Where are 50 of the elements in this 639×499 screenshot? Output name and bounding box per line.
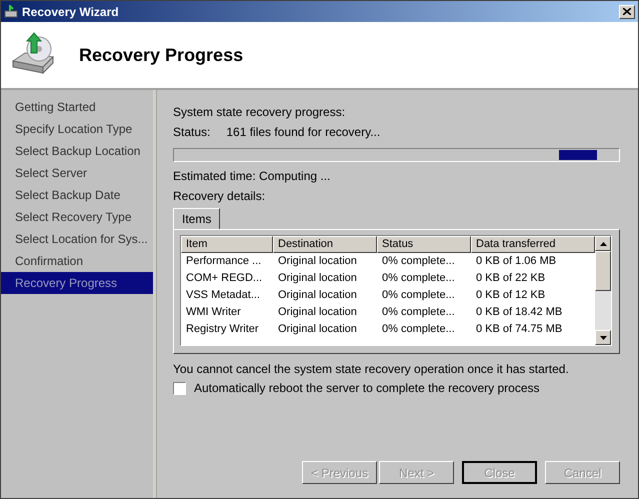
table-cell-text: 0 KB of 18.42 MB xyxy=(475,305,564,320)
table-cell-text: Registry Writer xyxy=(185,322,260,337)
reboot-checkbox[interactable] xyxy=(173,382,186,394)
table-cell-text: Original location xyxy=(277,288,358,303)
checkbox-label: Automatically reboot the server to complete the recovery process xyxy=(194,381,540,395)
table-cell-text: Original location xyxy=(277,322,358,337)
sidebar-step: Select Backup Location xyxy=(1,140,153,162)
sidebar-step: Recovery Progress xyxy=(1,272,153,294)
column-header[interactable]: Destination xyxy=(273,236,377,253)
items-tab[interactable]: Items xyxy=(173,208,220,229)
table-cell-text: Performance ... xyxy=(185,254,262,269)
status-value: 161 files found for recovery... xyxy=(226,124,380,141)
sidebar-step: Confirmation xyxy=(1,250,153,272)
sidebar-step: Specify Location Type xyxy=(1,118,153,140)
table-cell-text: 0% complete... xyxy=(381,254,456,269)
table-cell-text: 0% complete... xyxy=(381,271,456,286)
window-title: Recovery Wizard xyxy=(22,4,120,18)
sidebar-step: Select Location for Sys... xyxy=(1,228,153,250)
sidebar-step: Select Backup Date xyxy=(1,184,153,206)
table-cell-text: 0 KB of 74.75 MB xyxy=(475,322,564,337)
table-cell-text: 0 KB of 1.06 MB xyxy=(475,254,558,269)
table-cell-text: 0% complete... xyxy=(381,288,456,303)
sidebar-step: Getting Started xyxy=(1,96,153,118)
table-cell-text: COM+ REGD... xyxy=(185,271,264,286)
wizard-app-icon xyxy=(4,4,18,18)
table-cell-text: 0% complete... xyxy=(381,322,456,337)
details-label: Recovery details: xyxy=(173,188,266,205)
up-arrow-icon xyxy=(600,242,606,246)
column-header[interactable]: Item xyxy=(181,236,273,253)
estimated-time: Estimated time: Computing ... xyxy=(173,168,332,185)
scrollbar[interactable] xyxy=(595,236,611,345)
sidebar-step: Select Server xyxy=(1,162,153,184)
sidebar-step: Select Recovery Type xyxy=(1,206,153,228)
close-button[interactable] xyxy=(619,4,635,18)
table-cell-text: 0% complete... xyxy=(381,305,456,320)
column-header[interactable]: Data transferred xyxy=(471,236,595,253)
cancel-note: You cannot cancel the system state recovery operation once it has started. xyxy=(173,361,570,378)
progress-heading: System state recovery progress: xyxy=(173,104,346,121)
close-icon xyxy=(623,8,631,15)
page-title: Recovery Progress xyxy=(79,44,244,66)
table-cell-text: VSS Metadat... xyxy=(185,288,261,303)
table-cell-text: Original location xyxy=(277,254,358,269)
column-header[interactable]: Status xyxy=(377,236,471,253)
down-arrow-icon xyxy=(600,336,606,340)
table-cell-text: 0 KB of 12 KB xyxy=(475,288,546,303)
table-cell-text: WMI Writer xyxy=(185,305,242,320)
table-cell-text: 0 KB of 22 KB xyxy=(475,271,546,286)
status-label: Status: xyxy=(173,124,210,141)
table-cell-text: Original location xyxy=(277,271,358,286)
table-cell-text: Original location xyxy=(277,305,358,320)
